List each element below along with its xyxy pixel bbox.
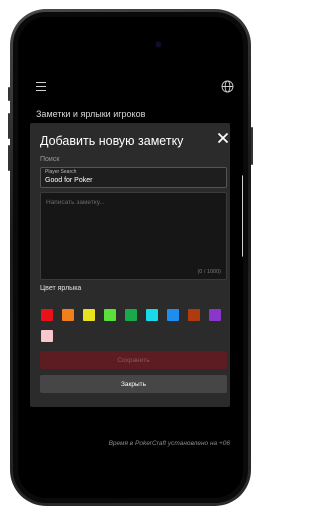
hamburger-menu-icon[interactable] [36,82,46,91]
phone-volume-up [8,113,10,139]
save-button[interactable]: Сохранить [40,351,227,369]
dialog-title: Добавить новую заметку [40,134,184,148]
note-textarea[interactable]: Написать заметку... (0 / 1000) [40,192,227,280]
color-swatch-purple[interactable] [209,309,221,321]
color-swatch-orange[interactable] [62,309,74,321]
label-color-heading: Цвет ярлыка [40,285,82,292]
timezone-note: Время в PokerCraft установлено на +06 [108,440,230,447]
phone-bezel: Заметки и ярлыки игроков Время в PokerCr… [13,12,248,503]
phone-frame: Заметки и ярлыки игроков Время в PokerCr… [8,9,253,506]
color-swatch-pink[interactable] [41,330,53,342]
scrollbar[interactable] [242,175,243,257]
color-swatch-lime[interactable] [104,309,116,321]
color-swatch-brown[interactable] [188,309,200,321]
close-icon[interactable] [216,131,230,145]
page-title: Заметки и ярлыки игроков [36,109,146,119]
phone-side-button [8,87,10,101]
note-placeholder: Написать заметку... [46,199,105,206]
color-swatch-red[interactable] [41,309,53,321]
color-swatch-cyan[interactable] [146,309,158,321]
player-search-input[interactable]: Player Search Good for Poker [40,167,227,188]
color-swatch-blue[interactable] [167,309,179,321]
globe-icon[interactable] [221,80,234,93]
player-search-label: Player Search [45,169,77,175]
close-button[interactable]: Закрыть [40,375,227,393]
search-label: Поиск [40,156,60,163]
phone-power-button [251,127,253,165]
color-swatch-green[interactable] [125,309,137,321]
screen: Заметки и ярлыки игроков Время в PokerCr… [18,17,243,498]
player-search-value: Good for Poker [45,177,93,184]
add-note-dialog: Добавить новую заметку Поиск Player Sear… [30,123,230,407]
color-swatch-yellow[interactable] [83,309,95,321]
front-camera [156,42,161,47]
note-char-counter: (0 / 1000) [197,269,221,275]
phone-volume-down [8,145,10,171]
